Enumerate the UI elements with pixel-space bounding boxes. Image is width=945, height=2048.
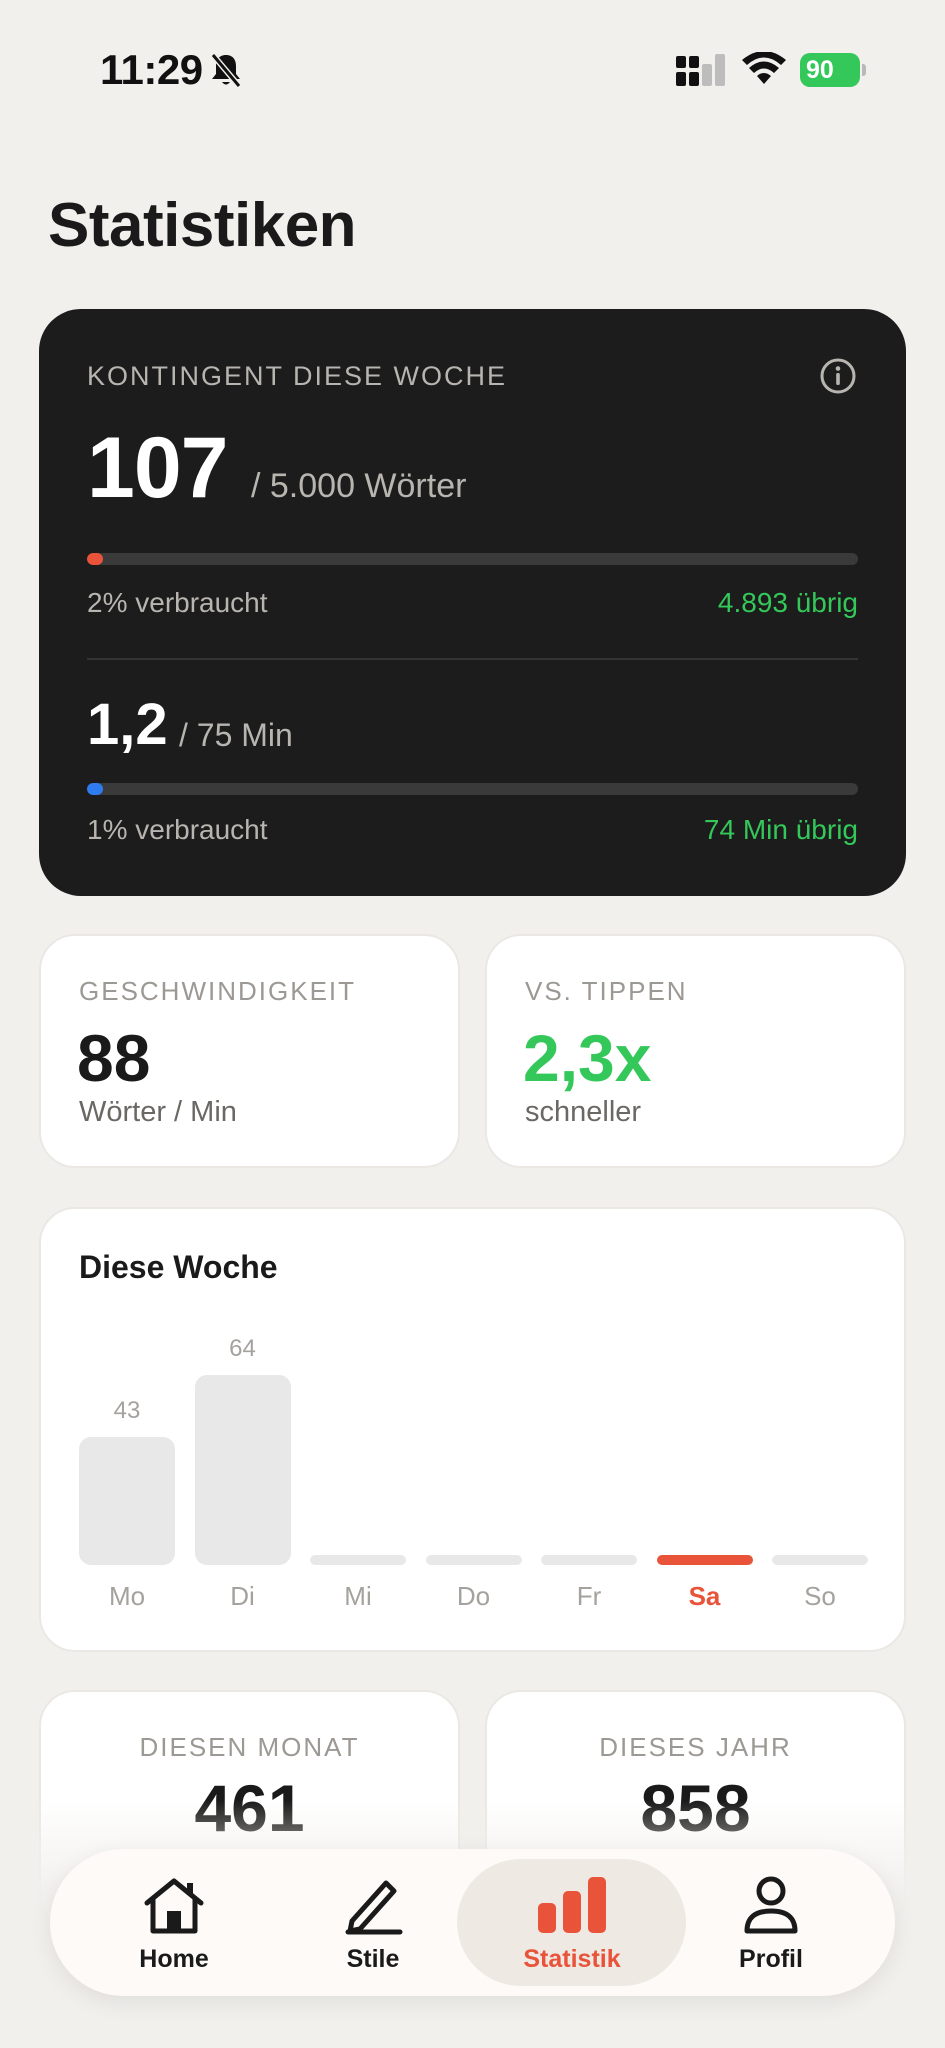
speed-card: GESCHWINDIGKEIT 88 Wörter / Min [39,934,460,1168]
tab-bar: Home Stile Statistik Profil [50,1849,895,1996]
info-icon[interactable] [819,357,857,395]
wifi-icon [742,52,786,84]
page-title: Statistiken [48,191,357,260]
chart-column-di: 64 Di [194,1209,291,1654]
status-time: 11:29 [100,46,203,93]
chart-column-fr: Fr [541,1209,637,1654]
words-used-value: 107 [87,420,228,516]
vs-typing-value: 2,3x [523,1021,652,1095]
year-label: DIESES JAHR [599,1732,792,1762]
chart-bar [425,1555,522,1565]
chart-day-label: Fr [576,1581,602,1611]
quota-label: KONTINGENT DIESE WOCHE [87,361,508,391]
chart-value-label: 43 [113,1397,141,1424]
person-icon [744,1876,798,1934]
battery-indicator: 90 [800,53,866,87]
bell-slash-icon [210,53,242,88]
chart-column-sa: Sa [656,1209,753,1654]
cellular-signal-icon [676,54,725,86]
quota-card: KONTINGENT DIESE WOCHE 107 / 5.000 Wörte… [39,309,906,896]
tab-statistik[interactable]: Statistik [472,1849,672,1996]
chart-bar [310,1555,406,1565]
tab-statistik-label: Statistik [523,1945,621,1973]
chart-bar [656,1555,753,1565]
chart-column-do: Do [425,1209,522,1654]
minutes-total: / 75 Min [179,717,293,753]
vs-typing-sub: schneller [525,1096,642,1128]
chart-column-mi: Mi [310,1209,406,1654]
words-used-text: 2% verbraucht [87,587,268,618]
vs-typing-card: VS. TIPPEN 2,3x schneller [485,934,906,1168]
chart-day-label: Sa [688,1581,721,1611]
tab-profil-label: Profil [739,1945,803,1973]
vs-typing-label: VS. TIPPEN [525,976,688,1006]
pen-icon [345,1880,403,1935]
speed-unit: Wörter / Min [79,1096,237,1128]
battery-level: 90 [800,53,860,87]
chart-bar [541,1555,637,1565]
minutes-used-text: 1% verbraucht [87,814,268,845]
chart-bar [772,1555,868,1565]
chart-day-label: Mi [344,1581,372,1611]
minutes-progress-bar [87,783,858,795]
tab-stile-label: Stile [346,1945,400,1973]
chart-day-label: Do [456,1581,491,1611]
words-progress-bar [87,553,858,565]
speed-value: 88 [77,1021,151,1095]
chart-bar [79,1437,175,1565]
chart-bar [194,1375,291,1565]
chart-day-label: So [804,1581,836,1611]
chart-column-so: So [772,1209,868,1654]
words-left-text: 4.893 übrig [717,587,858,618]
home-icon [144,1878,204,1934]
chart-day-label: Di [230,1581,255,1611]
minutes-progress-fill [87,783,103,795]
chart-column-mo: 43 Mo [79,1209,175,1654]
bar-chart-icon [538,1877,606,1933]
tab-home[interactable]: Home [74,1849,274,1996]
minutes-left-text: 74 Min übrig [703,814,858,845]
tab-home-label: Home [139,1945,209,1973]
words-total: / 5.000 Wörter [251,467,467,505]
tab-profil[interactable]: Profil [671,1849,871,1996]
status-bar: 11:29 90 [0,0,945,140]
speed-label: GESCHWINDIGKEIT [79,976,357,1006]
chart-day-label: Mo [108,1581,146,1611]
tab-stile[interactable]: Stile [273,1849,473,1996]
battery-tip [862,64,866,76]
chart-value-label: 64 [229,1335,256,1362]
quota-divider [87,658,858,660]
month-label: DIESEN MONAT [139,1732,360,1762]
words-progress-fill [87,553,103,565]
week-chart-card: Diese Woche 43 Mo 64 Di Mi Do Fr Sa So [39,1207,906,1652]
minutes-used-value: 1,2 [87,692,168,757]
